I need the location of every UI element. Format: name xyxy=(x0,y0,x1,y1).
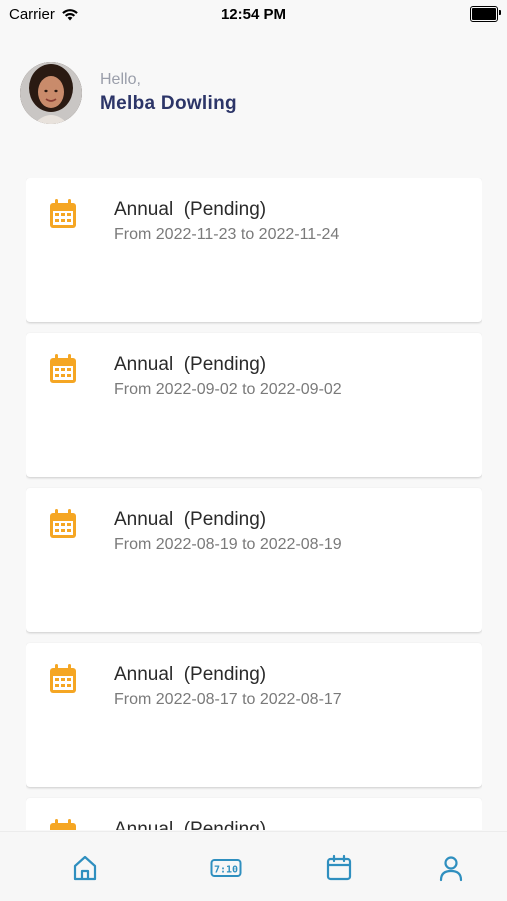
leave-title: Annual (Pending) xyxy=(114,354,267,375)
tab-attendance[interactable]: 7:10 xyxy=(209,852,243,884)
leave-dates: From 2022-08-17 to 2022-08-17 xyxy=(114,691,342,708)
leave-title: Annual (Pending) xyxy=(114,509,267,530)
calendar-icon xyxy=(50,199,76,228)
leave-dates: From 2022-09-02 to 2022-09-02 xyxy=(114,381,342,398)
tab-profile[interactable] xyxy=(435,852,467,884)
leave-card[interactable]: Annual (Pending) From 2022-08-17 to 2022… xyxy=(26,643,482,787)
leave-card[interactable]: Annual (Pending) From 2022-11-23 to 2022… xyxy=(26,178,482,322)
home-icon xyxy=(73,855,97,881)
leave-list[interactable]: Annual (Pending) From 2022-11-23 to 2022… xyxy=(26,178,482,830)
leave-card[interactable]: Annual (Pending) From 2022-08-19 to 2022… xyxy=(26,488,482,632)
status-bar: Carrier 12:54 PM xyxy=(0,0,507,30)
status-time: 12:54 PM xyxy=(220,6,287,23)
calendar-icon xyxy=(50,664,76,693)
avatar-photo xyxy=(20,62,82,124)
greeting-label: Hello, xyxy=(100,71,141,88)
leave-title: Annual (Pending) xyxy=(114,819,267,830)
tab-home[interactable] xyxy=(69,852,101,884)
user-name: Melba Dowling xyxy=(100,93,237,114)
leave-title: Annual (Pending) xyxy=(114,199,267,220)
leave-card[interactable]: Annual (Pending) From 2022-09-02 to 2022… xyxy=(26,333,482,477)
clock-display-icon: 7:10 xyxy=(210,859,242,877)
battery-icon xyxy=(470,6,501,22)
profile-icon xyxy=(439,856,463,882)
clock-display-label: 7:10 xyxy=(214,865,238,876)
calendar-icon xyxy=(50,819,76,830)
user-header: Hello, Melba Dowling xyxy=(20,62,237,124)
calendar-icon xyxy=(50,354,76,383)
leave-dates: From 2022-11-23 to 2022-11-24 xyxy=(114,226,340,243)
avatar[interactable] xyxy=(20,62,82,124)
tab-bar: 7:10 xyxy=(0,831,507,901)
leave-title: Annual (Pending) xyxy=(114,664,267,685)
leave-card[interactable]: Annual (Pending) xyxy=(26,798,482,830)
calendar-icon xyxy=(326,854,352,881)
greeting-block: Hello, Melba Dowling xyxy=(100,71,237,115)
tab-calendar[interactable] xyxy=(323,852,355,884)
leave-dates: From 2022-08-19 to 2022-08-19 xyxy=(114,536,342,553)
calendar-icon xyxy=(50,509,76,538)
